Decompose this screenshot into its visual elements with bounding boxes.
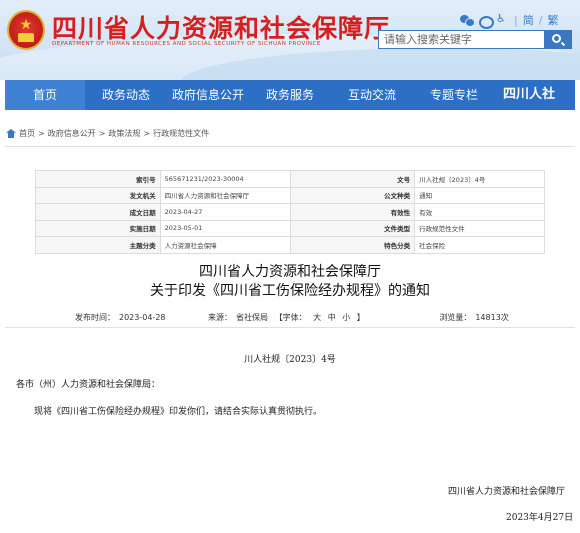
- nav-item-topics[interactable]: 专题专栏: [413, 80, 495, 110]
- table-row: 实施日期 2023-05-01 文件类型 行政规范性文件: [35, 219, 545, 237]
- meta-value: 有效: [414, 203, 545, 221]
- document-number: 川人社规〔2023〕4号: [244, 355, 336, 365]
- home-icon: [6, 129, 16, 138]
- meta-value: 行政规范性文件: [414, 219, 545, 237]
- wechat-icon[interactable]: [460, 14, 475, 27]
- nav-item-services[interactable]: 政务服务: [249, 80, 331, 110]
- meta-label: 文件类型: [289, 219, 416, 237]
- top-links: | 简 / 繁: [460, 12, 558, 29]
- nav-item-info-disclosure[interactable]: 政府信息公开: [167, 80, 249, 110]
- document-title: 四川省人力资源和社会保障厅 关于印发《四川省工伤保险经办规程》的通知: [0, 263, 580, 301]
- font-size-end: 】: [356, 313, 365, 322]
- breadcrumb: 首页 > 政府信息公开 > 政策法规 > 行政规范性文件: [6, 128, 209, 139]
- meta-value: 2023-04-27: [159, 203, 291, 221]
- document-title-line1: 四川省人力资源和社会保障厅: [199, 264, 381, 280]
- meta-label: 索引号: [35, 170, 161, 188]
- breadcrumb-info-disclosure[interactable]: 政府信息公开: [48, 128, 96, 139]
- meta-value: 人力资源社会保障: [159, 236, 291, 254]
- meta-value: 通知: [414, 186, 545, 204]
- signature-date: 2023年4月27日: [506, 513, 574, 523]
- views-label: 浏览量：: [439, 313, 472, 322]
- traditional-chinese-link[interactable]: 繁: [547, 12, 558, 28]
- national-emblem-icon: ★: [7, 10, 45, 50]
- source-label: 来源：: [208, 313, 233, 322]
- publish-label: 发布时间：: [75, 313, 115, 322]
- body-paragraph: 现将《四川省工伤保险经办规程》印发你们，请结合实际认真贯彻执行。: [34, 407, 323, 417]
- publish-date: 2023-04-28: [119, 313, 166, 322]
- search-input[interactable]: [379, 31, 545, 48]
- table-row: 索引号 565671231/2023-30004 文号 川人社规〔2023〕4号: [35, 170, 545, 188]
- table-row: 主题分类 人力资源社会保障 特色分类 社会保险: [35, 236, 545, 254]
- document-info-bar: 发布时间： 2023-04-28 来源： 省社保局 【字体： 大 中 小 】 浏览量…: [75, 312, 513, 323]
- nav-item-home[interactable]: 首页: [5, 80, 85, 110]
- document-meta-table: 索引号 565671231/2023-30004 文号 川人社规〔2023〕4号…: [35, 170, 545, 254]
- meta-value: 社会保险: [414, 236, 545, 254]
- meta-label: 成文日期: [35, 203, 161, 221]
- addressee: 各市（州）人力资源和社会保障局：: [16, 380, 161, 390]
- meta-value: 川人社规〔2023〕4号: [414, 170, 545, 188]
- site-header: ★ 四川省人力资源和社会保障厅 DEPARTMENT OF HUMAN RESO…: [0, 0, 580, 80]
- simplified-chinese-link[interactable]: 简: [523, 12, 534, 28]
- meta-label: 公文种类: [289, 186, 416, 204]
- weibo-icon[interactable]: [478, 14, 494, 29]
- breadcrumb-home[interactable]: 首页: [19, 128, 35, 139]
- meta-value: 四川省人力资源和社会保障厅: [159, 186, 291, 204]
- font-size-medium-button[interactable]: 中: [328, 313, 336, 322]
- source-value: 省社保局: [236, 313, 269, 322]
- meta-label: 实施日期: [35, 219, 161, 237]
- divider: [5, 327, 575, 328]
- meta-label: 特色分类: [289, 236, 416, 254]
- accessibility-icon[interactable]: [496, 12, 509, 26]
- document-title-line2: 关于印发《四川省工伤保险经办规程》的通知: [150, 283, 430, 299]
- site-title[interactable]: 四川省人力资源和社会保障厅: [52, 9, 390, 45]
- search-button[interactable]: [544, 31, 571, 48]
- meta-label: 主题分类: [35, 236, 161, 254]
- meta-label: 发文机关: [35, 186, 161, 204]
- table-row: 发文机关 四川省人力资源和社会保障厅 公文种类 通知: [35, 186, 545, 204]
- breadcrumb-normative-docs[interactable]: 行政规范性文件: [153, 128, 209, 139]
- signer: 四川省人力资源和社会保障厅: [448, 487, 566, 497]
- meta-label: 有效性: [289, 203, 416, 221]
- search-box: [378, 30, 572, 49]
- breadcrumb-policy[interactable]: 政策法规: [108, 128, 140, 139]
- main-nav: 首页 政务动态 政府信息公开 政务服务 互动交流 专题专栏 四川人社: [5, 80, 575, 110]
- search-icon: [552, 34, 561, 43]
- font-size-large-button[interactable]: 大: [313, 313, 321, 322]
- views-count: 14813次: [475, 313, 509, 322]
- site-title-en: DEPARTMENT OF HUMAN RESOURCES AND SOCIAL…: [52, 41, 321, 47]
- font-size-label: 【字体：: [274, 313, 307, 322]
- divider: [5, 146, 575, 147]
- nav-item-interaction[interactable]: 互动交流: [331, 80, 413, 110]
- meta-value: 565671231/2023-30004: [159, 170, 291, 188]
- nav-item-news[interactable]: 政务动态: [85, 80, 167, 110]
- meta-label: 文号: [289, 170, 416, 188]
- brand-logo[interactable]: 四川人社: [495, 80, 555, 110]
- font-size-small-button[interactable]: 小: [342, 313, 350, 322]
- meta-value: 2023-05-01: [159, 219, 291, 237]
- table-row: 成文日期 2023-04-27 有效性 有效: [35, 203, 545, 221]
